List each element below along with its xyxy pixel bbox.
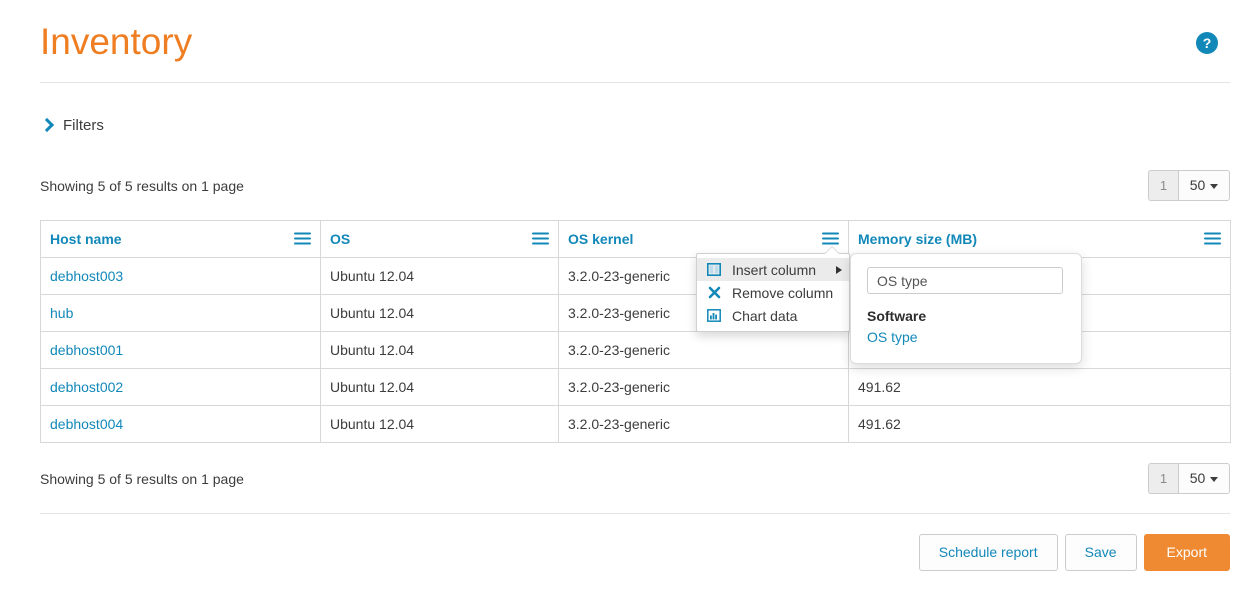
- page-size-dropdown-top[interactable]: 50: [1178, 170, 1230, 201]
- cell-memory-size: 491.62: [848, 368, 1231, 406]
- cell-os-kernel: 3.2.0-23-generic: [558, 331, 849, 369]
- insert-column-submenu-panel: Software OS type: [850, 253, 1082, 364]
- host-link[interactable]: debhost004: [50, 416, 123, 432]
- times-icon: [706, 285, 722, 301]
- help-circle-icon: ?: [1196, 32, 1218, 54]
- menu-item-chart-data[interactable]: Chart data: [697, 304, 849, 327]
- submenu-group-title: Software: [867, 308, 927, 324]
- schedule-report-button[interactable]: Schedule report: [918, 534, 1058, 571]
- footer-actions: Schedule report Save Export: [918, 534, 1230, 571]
- page-size-value-bottom: 50: [1189, 470, 1206, 486]
- column-header-label: OS: [330, 231, 351, 247]
- export-button[interactable]: Export: [1143, 534, 1230, 571]
- page-number-button-bottom[interactable]: 1: [1148, 463, 1178, 494]
- column-header-os-kernel: OS kernel: [558, 220, 849, 258]
- host-link[interactable]: debhost001: [50, 342, 123, 358]
- host-link[interactable]: hub: [50, 305, 73, 321]
- cell-os: Ubuntu 12.04: [320, 368, 559, 406]
- column-header-label: Memory size (MB): [858, 231, 978, 247]
- cell-host-name: debhost004: [40, 405, 321, 443]
- column-header-os: OS: [320, 220, 559, 258]
- menu-item-label: Remove column: [732, 284, 834, 301]
- submenu-arrow-icon: [836, 265, 842, 274]
- column-search-input[interactable]: [867, 267, 1063, 294]
- table-header-row: Host name OS OS kernel Memory size (MB): [40, 220, 1231, 258]
- cell-host-name: debhost003: [40, 257, 321, 295]
- column-header-label: Host name: [50, 231, 122, 247]
- table-row: debhost002 Ubuntu 12.04 3.2.0-23-generic…: [40, 368, 1231, 406]
- column-header-memory-size: Memory size (MB): [848, 220, 1231, 258]
- column-header-label: OS kernel: [568, 231, 634, 247]
- menu-item-label: Insert column: [732, 261, 817, 278]
- cell-host-name: hub: [40, 294, 321, 332]
- results-count-bottom: Showing 5 of 5 results on 1 page: [40, 471, 244, 487]
- cell-os: Ubuntu 12.04: [320, 405, 559, 443]
- results-bar-bottom: Showing 5 of 5 results on 1 page 1 50: [40, 463, 1230, 495]
- cell-host-name: debhost001: [40, 331, 321, 369]
- save-button[interactable]: Save: [1064, 534, 1137, 571]
- cell-host-name: debhost002: [40, 368, 321, 406]
- footer-divider: [40, 513, 1230, 514]
- cell-memory-size: 491.62: [848, 405, 1231, 443]
- column-header-host-name: Host name: [40, 220, 321, 258]
- hamburger-menu-icon-os-kernel[interactable]: [822, 232, 839, 246]
- cell-os-kernel: 3.2.0-23-generic: [558, 405, 849, 443]
- pagination-bottom: 1 50: [1148, 463, 1230, 494]
- header-divider: [40, 82, 1230, 83]
- help-button[interactable]: ?: [1196, 32, 1220, 56]
- hamburger-menu-icon-os[interactable]: [532, 232, 549, 246]
- menu-item-insert-column[interactable]: Insert column: [697, 258, 849, 281]
- filters-toggle[interactable]: Filters: [40, 113, 104, 137]
- hamburger-menu-icon-memory-size[interactable]: [1204, 232, 1221, 246]
- chevron-right-icon: [40, 117, 54, 133]
- menu-item-label: Chart data: [732, 307, 798, 324]
- filters-label: Filters: [63, 116, 104, 134]
- columns-icon: [706, 262, 722, 278]
- page-header: Inventory ?: [40, 14, 1230, 72]
- page-number-button-top[interactable]: 1: [1148, 170, 1178, 201]
- results-bar-top: Showing 5 of 5 results on 1 page 1 50: [40, 170, 1230, 202]
- host-link[interactable]: debhost002: [50, 379, 123, 395]
- pagination-top: 1 50: [1148, 170, 1230, 201]
- submenu-option-os-type[interactable]: OS type: [867, 328, 1065, 346]
- caret-down-icon: [1210, 476, 1219, 482]
- page-title: Inventory: [40, 21, 193, 62]
- cell-os: Ubuntu 12.04: [320, 294, 559, 332]
- bar-chart-icon: [706, 308, 722, 324]
- hamburger-menu-icon-host-name[interactable]: [294, 232, 311, 246]
- page-size-dropdown-bottom[interactable]: 50: [1178, 463, 1230, 494]
- cell-os-kernel: 3.2.0-23-generic: [558, 368, 849, 406]
- inventory-page: Inventory ? Filters Showing 5 of 5 resul…: [0, 0, 1246, 592]
- caret-down-icon: [1210, 183, 1219, 189]
- cell-os: Ubuntu 12.04: [320, 257, 559, 295]
- results-count-top: Showing 5 of 5 results on 1 page: [40, 178, 244, 194]
- column-context-menu: Insert column Remove column Chart data: [696, 246, 850, 332]
- cell-os: Ubuntu 12.04: [320, 331, 559, 369]
- host-link[interactable]: debhost003: [50, 268, 123, 284]
- table-row: debhost004 Ubuntu 12.04 3.2.0-23-generic…: [40, 405, 1231, 443]
- menu-item-remove-column[interactable]: Remove column: [697, 281, 849, 304]
- page-size-value-top: 50: [1189, 177, 1206, 193]
